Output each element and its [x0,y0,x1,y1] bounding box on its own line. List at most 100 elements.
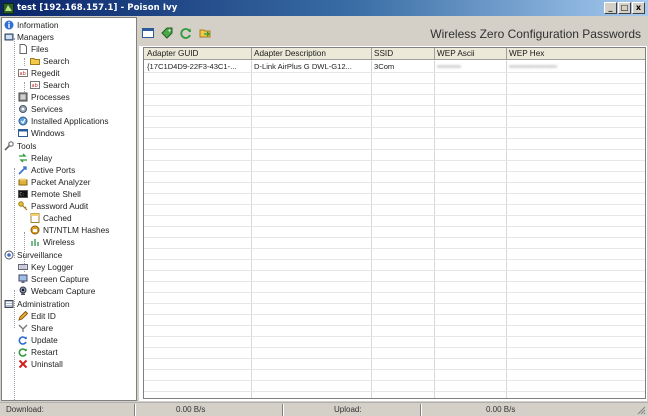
tree-item-update[interactable]: Update [18,334,58,346]
column-header-adapter-description[interactable]: Adapter Description [251,48,371,60]
tree-item-packet-analyzer[interactable]: Packet Analyzer [18,176,91,188]
tree-item-relay[interactable]: Relay [18,152,52,164]
grid-line [144,237,645,238]
tree-item-regedit-search[interactable]: ab Search [30,79,69,91]
tools-icon [4,141,14,151]
grid-line [144,292,645,293]
tree-item-label: Windows [31,128,65,138]
grid-line [144,226,645,227]
grid-line [144,94,645,95]
tree-item-files[interactable]: Files [18,43,49,55]
tree-item-label: Administration [17,299,70,309]
file-icon [19,44,27,54]
upload-rate: 0.00 B/s [486,405,516,414]
tree-item-administration[interactable]: Administration [4,298,70,310]
tree-item-processes[interactable]: Processes [18,91,70,103]
managers-icon [4,33,14,41]
tree-item-webcam-capture[interactable]: Webcam Capture [18,285,95,297]
window-icon[interactable] [142,27,154,39]
navigation-tree[interactable]: Information Managers Files Search ab Reg… [1,17,137,401]
info-icon [4,20,14,30]
column-header-ssid[interactable]: SSID [371,48,434,60]
tree-item-label: Share [31,323,54,333]
tree-item-surveillance[interactable]: Surveillance [4,249,62,261]
wireless-icon [31,239,39,246]
tree-item-label: Active Ports [31,165,76,175]
grid-line [144,391,645,392]
tree-item-remote-shell[interactable]: C: Remote Shell [18,188,81,200]
tree-item-label: Search [43,80,70,90]
tree-item-wireless[interactable]: Wireless [30,236,75,248]
grid-line [144,369,645,370]
tree-item-regedit[interactable]: ab Regedit [18,67,60,79]
tree-item-label: Remote Shell [31,189,81,199]
export-icon[interactable] [199,27,211,39]
close-button[interactable]: x [632,2,645,14]
tree-item-label: Surveillance [17,250,63,260]
download-label: Download: [6,405,44,414]
grid-line [144,105,645,106]
installed-apps-icon [18,116,28,126]
grid-line [144,281,645,282]
tree-item-active-ports[interactable]: Active Ports [18,164,75,176]
tree-item-nt-ntlm-hashes[interactable]: NT/NTLM Hashes [30,224,109,236]
tree-item-restart[interactable]: Restart [18,346,58,358]
title-bar[interactable]: test [192.168.157.1] - Poison Ivy _ □ x [0,0,648,16]
windows-icon [18,129,28,137]
minimize-button[interactable]: _ [604,2,617,14]
tree-item-label: Information [17,20,59,30]
tree-item-installed-applications[interactable]: Installed Applications [18,115,109,127]
tree-item-label: Files [31,44,49,54]
tree-item-cached[interactable]: Cached [30,212,72,224]
tree-item-information[interactable]: Information [4,19,59,31]
folder-search-icon [30,58,40,65]
tree-item-label: Edit ID [31,311,56,321]
upload-label: Upload: [334,405,362,414]
tree-item-share[interactable]: Share [18,322,53,334]
uninstall-icon [18,359,28,369]
tree-item-files-search[interactable]: Search [30,55,69,67]
share-icon [18,324,28,332]
cell-adapter-description: D-Link AirPlus G DWL-G12... [254,62,352,71]
tree-item-label: Relay [31,153,53,163]
grid-line [144,347,645,348]
tree-item-label: Tools [17,141,37,151]
svg-text:ab: ab [32,83,38,89]
tree-item-windows[interactable]: Windows [18,127,65,139]
column-header-wep-hex[interactable]: WEP Hex [506,48,645,60]
tree-item-password-audit[interactable]: Password Audit [18,200,88,212]
tree-item-managers[interactable]: Managers [4,31,54,43]
grid-line [144,171,645,172]
pencil-icon [18,311,28,321]
tree-item-label: Uninstall [31,359,63,369]
status-bar: Download: 0.00 B/s Upload: 0.00 B/s [0,402,648,416]
maximize-button[interactable]: □ [618,2,631,14]
grid-line [144,358,645,359]
app-icon [3,2,14,14]
grid-line [144,116,645,117]
tag-icon[interactable] [161,27,173,39]
keyboard-icon [18,264,28,270]
services-icon [19,105,27,113]
refresh-icon[interactable] [180,27,192,39]
tree-item-label: Key Logger [31,262,74,272]
resize-grip-icon[interactable] [636,405,646,415]
tree-item-key-logger[interactable]: Key Logger [18,261,73,273]
tree-item-screen-capture[interactable]: Screen Capture [18,273,89,285]
tree-item-services[interactable]: Services [18,103,63,115]
administration-icon [4,300,14,308]
tree-item-label: Webcam Capture [31,286,96,296]
passwords-table[interactable]: Adapter GUID Adapter Description SSID WE… [143,47,646,399]
grid-line [144,380,645,381]
tree-item-label: Update [31,335,58,345]
tree-item-label: Services [31,104,63,114]
grid-line [144,215,645,216]
tree-item-uninstall[interactable]: Uninstall [18,358,63,370]
column-header-adapter-guid[interactable]: Adapter GUID [144,48,251,60]
tree-item-tools[interactable]: Tools [4,140,36,152]
restart-icon [18,348,27,357]
column-header-wep-ascii[interactable]: WEP Ascii [434,48,506,60]
grid-line [144,204,645,205]
tree-item-edit-id[interactable]: Edit ID [18,310,56,322]
svg-text:C:: C: [20,192,25,197]
